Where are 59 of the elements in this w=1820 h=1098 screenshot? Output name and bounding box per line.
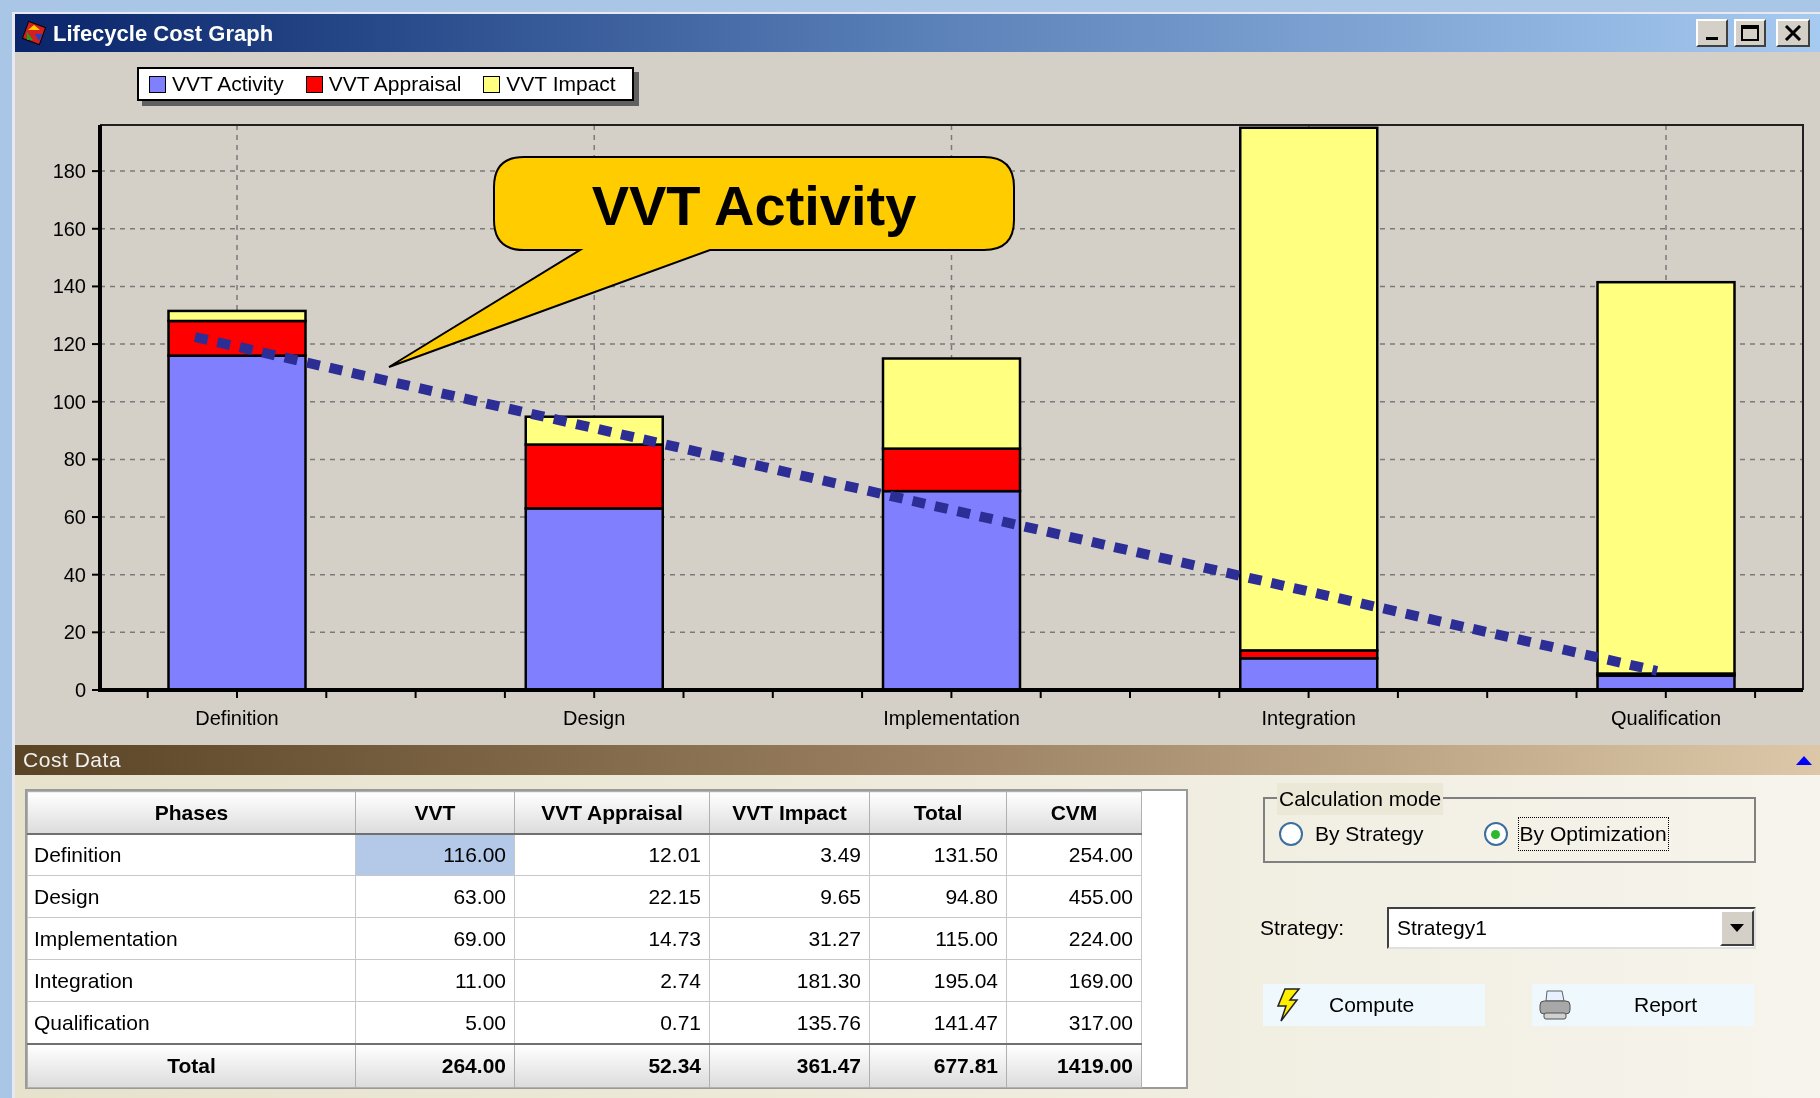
axis-tick-label: 40	[63, 563, 86, 586]
table-cell: 317.00	[1006, 1001, 1142, 1044]
total-cell: 1419.00	[1006, 1043, 1142, 1088]
category-label: Definition	[195, 707, 279, 729]
table-cell: 455.00	[1006, 875, 1142, 918]
legend-label: VVT Impact	[506, 71, 616, 98]
axis-tick-label: 80	[63, 448, 86, 471]
table-cell: 31.27	[709, 917, 870, 960]
table-cell: 141.47	[869, 1001, 1007, 1044]
table-cell: Implementation	[27, 917, 356, 960]
table-cell: 169.00	[1006, 959, 1142, 1002]
total-cell: 677.81	[869, 1043, 1007, 1088]
total-cell: 264.00	[355, 1043, 515, 1088]
table-cell: Integration	[27, 959, 356, 1002]
total-cell: 361.47	[709, 1043, 870, 1088]
axis-tick-label: 160	[52, 217, 86, 240]
axis-tick-label: 0	[74, 679, 86, 701]
legend-label: VVT Appraisal	[328, 71, 462, 98]
table-cell: Definition	[27, 833, 356, 876]
axis-tick-label: 100	[52, 390, 86, 413]
axis-tick-label: 180	[52, 160, 86, 183]
table-cell: 63.00	[355, 875, 515, 918]
callout-text: VVT Activity	[591, 174, 917, 237]
group-label: Calculation mode	[1277, 783, 1444, 815]
category-label: Qualification	[1610, 707, 1722, 729]
axis-tick-label: 20	[63, 621, 86, 644]
table-cell: 14.73	[514, 917, 710, 960]
window-title: Lifecycle Cost Graph	[53, 19, 274, 48]
table-cell: 224.00	[1006, 917, 1142, 960]
total-cell: 52.34	[514, 1043, 710, 1088]
table-cell: 9.65	[709, 875, 870, 918]
category-label: Design	[563, 707, 626, 729]
table-cell: 5.00	[355, 1001, 515, 1044]
table-cell: 0.71	[514, 1001, 710, 1044]
table-cell: 116.00	[355, 833, 515, 876]
category-label: Implementation	[883, 707, 1020, 729]
legend-label: VVT Activity	[172, 71, 284, 98]
section-title: Cost Data	[23, 747, 122, 774]
strategy-label: Strategy:	[1260, 915, 1346, 942]
axis-tick-label: 60	[63, 506, 86, 529]
axis-tick-label: 120	[52, 333, 86, 356]
category-label: Integration	[1261, 707, 1356, 729]
table-cell: 69.00	[355, 917, 515, 960]
table-cell: 135.76	[709, 1001, 870, 1044]
table-cell: 131.50	[869, 833, 1007, 876]
table-cell: 22.15	[514, 875, 710, 918]
table-cell: 2.74	[514, 959, 710, 1002]
table-cell: 115.00	[869, 917, 1007, 960]
table-cell: 94.80	[869, 875, 1007, 918]
table-cell: 181.30	[709, 959, 870, 1002]
axis-tick-label: 140	[52, 275, 86, 298]
total-cell: Total	[27, 1043, 356, 1088]
table-cell: 3.49	[709, 833, 870, 876]
table-cell: Qualification	[27, 1001, 356, 1044]
table-cell: 195.04	[869, 959, 1007, 1002]
table-cell: Design	[27, 875, 356, 918]
table-cell: 12.01	[514, 833, 710, 876]
table-cell: 254.00	[1006, 833, 1142, 876]
table-cell: 11.00	[355, 959, 515, 1002]
